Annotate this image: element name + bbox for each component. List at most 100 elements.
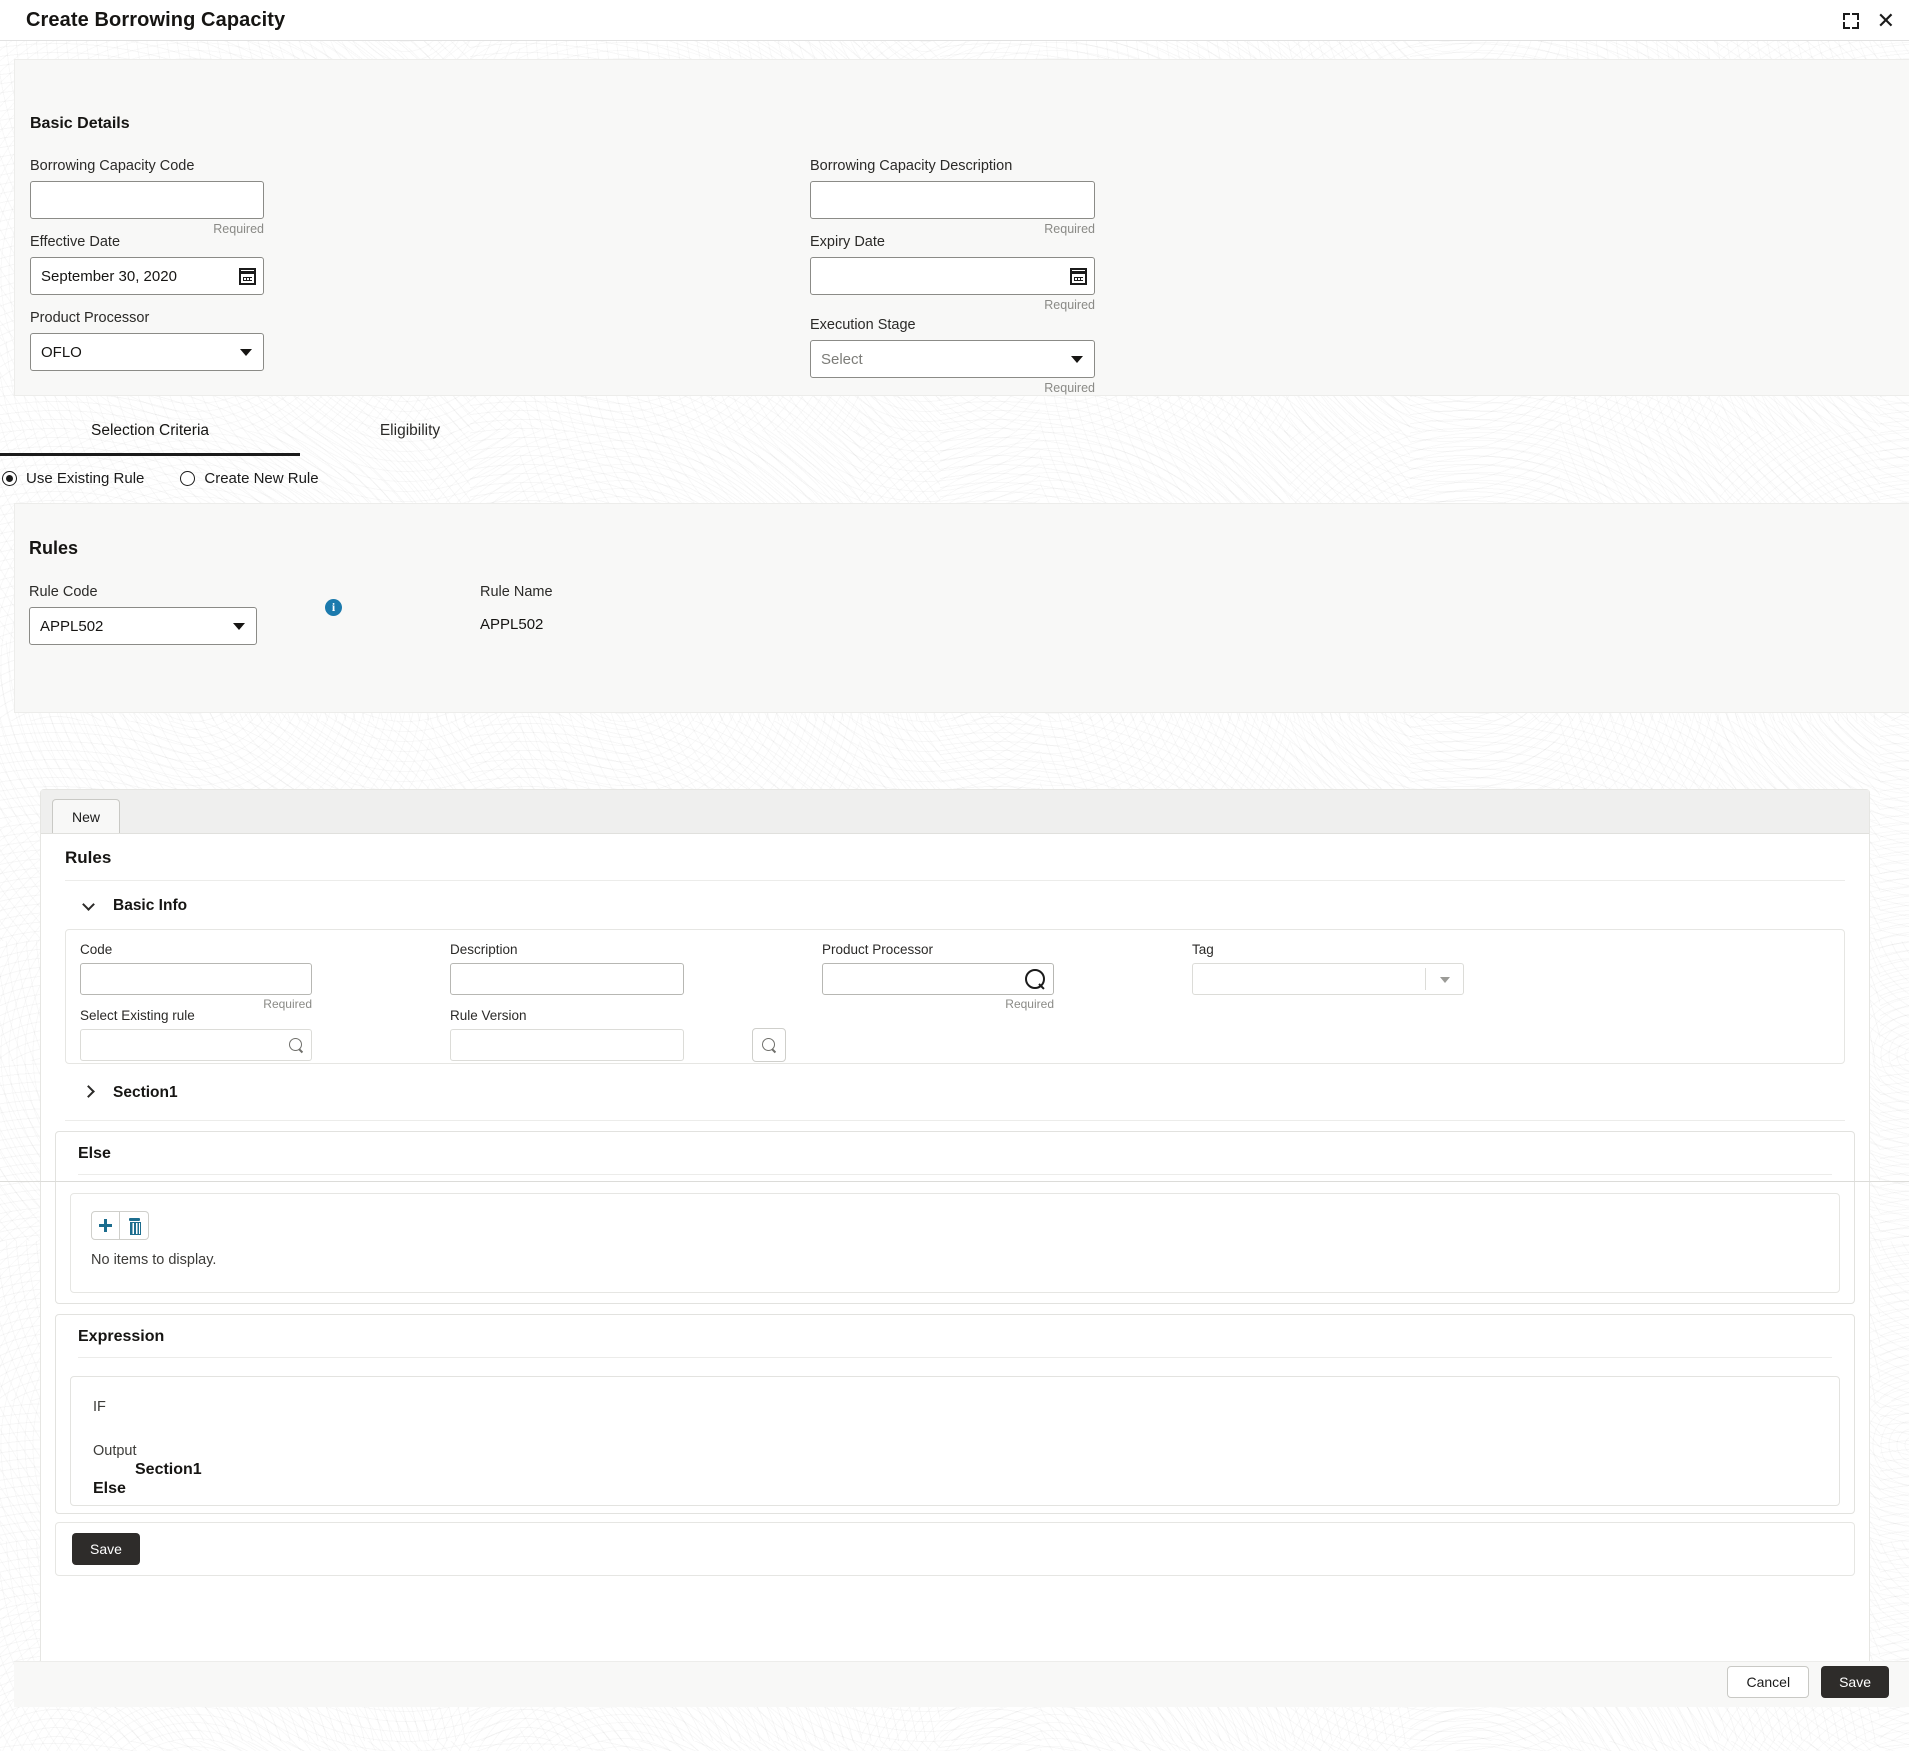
product-processor-value: OFLO — [41, 343, 82, 361]
else-heading: Else — [78, 1145, 111, 1162]
scroll-left-rail — [0, 41, 14, 1751]
info-glyph: i — [331, 600, 336, 614]
borrowing-capacity-code-input[interactable] — [30, 181, 264, 219]
rule-code-select[interactable]: APPL502 — [29, 607, 257, 645]
rule-version-input[interactable] — [450, 1029, 684, 1061]
field-label: Borrowing Capacity Code — [30, 158, 195, 174]
product-processor-select[interactable]: OFLO — [30, 333, 264, 371]
field-helper: Required — [1044, 298, 1095, 312]
accordion-label: Basic Info — [113, 897, 188, 914]
collapse-icon[interactable] — [1841, 11, 1861, 31]
rule-mode-radio-group: Use Existing Rule Create New Rule — [0, 461, 1909, 495]
criteria-tabbar: Selection Criteria Eligibility — [0, 407, 1909, 456]
inner-product-processor-input[interactable] — [822, 963, 1054, 995]
expiry-date-input[interactable] — [810, 257, 1095, 295]
field-label: Code — [80, 942, 113, 957]
description-input[interactable] — [450, 963, 684, 995]
calendar-icon[interactable] — [239, 257, 256, 295]
rule-version-search-button[interactable] — [752, 1028, 786, 1062]
rules-section-title: Rules — [29, 538, 79, 558]
field-label: Select Existing rule — [80, 1008, 195, 1023]
field-effective-date: Effective Date — [30, 234, 264, 295]
close-icon[interactable]: ✕ — [1876, 7, 1895, 33]
panel-boundary-divider — [0, 1181, 1909, 1182]
tab-eligibility[interactable]: Eligibility — [330, 407, 490, 455]
inner-save-bar: Save — [55, 1522, 1855, 1576]
field-label: Description — [450, 942, 518, 957]
rule-name-value: APPL502 — [480, 616, 544, 633]
cancel-button[interactable]: Cancel — [1727, 1666, 1810, 1698]
rule-code-value: APPL502 — [40, 617, 104, 635]
chevron-down-icon — [233, 623, 245, 630]
expression-block-card: Expression IF Output Section1 Else — [55, 1314, 1855, 1514]
tab-label: New — [72, 808, 101, 825]
delete-item-button[interactable] — [120, 1211, 149, 1240]
page-title: Create Borrowing Capacity — [26, 8, 286, 31]
expression-line-else: Else — [93, 1480, 126, 1497]
chevron-down-icon — [82, 898, 97, 913]
field-borrowing-capacity-description: Borrowing Capacity Description Required — [810, 158, 1095, 236]
field-description: Description — [450, 942, 684, 995]
field-label: Borrowing Capacity Description — [810, 158, 1013, 174]
basic-details-title: Basic Details — [30, 115, 130, 132]
expression-line-if: IF — [93, 1399, 106, 1415]
add-item-button[interactable] — [91, 1211, 120, 1240]
field-label: Expiry Date — [810, 234, 885, 250]
form-scroll-area[interactable]: Basic Details Borrowing Capacity Code Re… — [0, 41, 1909, 1751]
footer-strip — [14, 1661, 1909, 1707]
save-rule-button[interactable]: Save — [72, 1533, 140, 1565]
radio-label: Create New Rule — [204, 469, 319, 487]
else-item-toolbar — [91, 1211, 149, 1240]
tab-selection-criteria[interactable]: Selection Criteria — [0, 407, 300, 455]
chevron-down-icon — [1440, 977, 1450, 983]
window-actions: ✕ — [1841, 0, 1895, 41]
field-rule-name: Rule Name APPL502 — [480, 584, 740, 633]
field-label: Rule Code — [29, 584, 98, 600]
field-borrowing-capacity-code: Borrowing Capacity Code Required — [30, 158, 264, 236]
tab-label: Eligibility — [379, 422, 441, 439]
else-items-box: No items to display. — [70, 1193, 1840, 1293]
footer-save-button[interactable]: Save — [1821, 1666, 1889, 1698]
field-label: Product Processor — [30, 310, 150, 326]
field-rule-version: Rule Version — [450, 1008, 684, 1061]
field-expiry-date: Expiry Date Required — [810, 234, 1095, 312]
divider — [78, 1357, 1832, 1358]
rules-card: Rules Rule Code APPL502 i Rule Name APPL… — [14, 503, 1909, 713]
search-icon — [761, 1037, 777, 1053]
select-existing-rule-input[interactable] — [80, 1029, 312, 1061]
expression-heading: Expression — [78, 1328, 165, 1345]
tab-new[interactable]: New — [52, 799, 121, 833]
field-label: Product Processor — [822, 942, 934, 957]
info-icon[interactable]: i — [325, 599, 342, 616]
field-product-processor: Product Processor OFLO — [30, 310, 264, 371]
radio-indicator — [2, 470, 17, 486]
expression-line-section: Section1 — [135, 1461, 202, 1478]
effective-date-input[interactable] — [30, 257, 264, 295]
tab-label: Selection Criteria — [90, 422, 210, 439]
field-rule-code: Rule Code APPL502 — [29, 584, 287, 645]
tag-select[interactable] — [1192, 963, 1464, 995]
field-code: Code Required — [80, 942, 312, 1011]
radio-create-new-rule[interactable]: Create New Rule — [180, 469, 319, 487]
execution-stage-select[interactable]: Select — [810, 340, 1095, 378]
accordion-basic-info[interactable]: Basic Info — [41, 881, 1869, 929]
field-helper: Required — [1044, 381, 1095, 395]
accordion-section1[interactable]: Section1 — [41, 1064, 1869, 1120]
divider — [65, 1120, 1845, 1121]
calendar-icon[interactable] — [1070, 257, 1087, 295]
execution-stage-value: Select — [821, 350, 863, 368]
search-icon[interactable] — [289, 1029, 304, 1061]
basic-details-card: Basic Details Borrowing Capacity Code Re… — [14, 59, 1909, 396]
expression-content: IF Output Section1 Else — [70, 1376, 1840, 1506]
field-label: Execution Stage — [810, 317, 916, 333]
close-glyph: ✕ — [1876, 7, 1895, 33]
borrowing-capacity-description-input[interactable] — [810, 181, 1095, 219]
search-icon[interactable] — [1025, 963, 1046, 995]
footer-actions: Cancel Save — [1727, 1666, 1889, 1698]
code-input[interactable] — [80, 963, 312, 995]
field-label: Rule Name — [480, 584, 553, 600]
create-borrowing-capacity-window: Create Borrowing Capacity ✕ Basic Detail… — [0, 0, 1909, 1751]
window-titlebar: Create Borrowing Capacity ✕ — [0, 0, 1909, 41]
radio-use-existing-rule[interactable]: Use Existing Rule — [2, 470, 144, 487]
inner-panel-heading: Rules — [65, 848, 112, 867]
